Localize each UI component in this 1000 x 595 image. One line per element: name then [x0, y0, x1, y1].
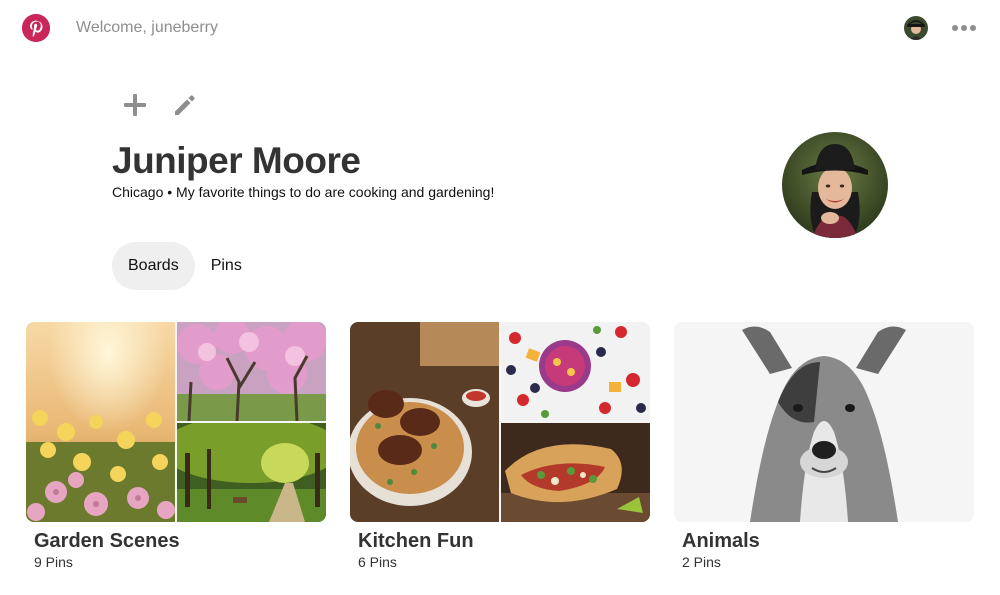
board-title: Animals — [682, 530, 760, 552]
welcome-text: Welcome, juneberry — [76, 19, 218, 36]
pencil-icon[interactable] — [170, 90, 200, 120]
board-title: Kitchen Fun — [358, 530, 474, 552]
board-cover-image — [674, 322, 974, 522]
board-pin-count: 2 Pins — [682, 554, 721, 570]
board-pin-count: 9 Pins — [34, 554, 73, 570]
board-cover-image — [177, 322, 326, 421]
profile-tabs: Boards Pins — [112, 242, 258, 290]
board-cover — [350, 322, 650, 522]
profile-avatar[interactable] — [782, 132, 888, 238]
board-cover-image — [26, 322, 175, 522]
board-pin-count: 6 Pins — [358, 554, 397, 570]
board-cover-image — [501, 322, 650, 421]
board-cover-image — [350, 322, 499, 522]
board-cover — [26, 322, 326, 522]
board-cover — [674, 322, 974, 522]
board-garden-scenes[interactable]: Garden Scenes 9 Pins — [26, 322, 326, 582]
profile-name: Juniper Moore — [112, 140, 361, 181]
user-avatar-small[interactable] — [904, 16, 928, 40]
top-bar: Welcome, juneberry — [0, 0, 1000, 56]
profile-actions — [120, 90, 200, 120]
board-animals[interactable]: Animals 2 Pins — [674, 322, 974, 582]
more-dots-icon[interactable] — [952, 18, 976, 38]
boards-grid: Garden Scenes 9 Pins Kitchen Fun 6 Pins … — [26, 322, 974, 582]
tab-pins[interactable]: Pins — [195, 242, 258, 290]
profile-bio: Chicago • My favorite things to do are c… — [112, 184, 495, 200]
board-cover-image — [501, 423, 650, 522]
tab-boards[interactable]: Boards — [112, 242, 195, 290]
pinterest-logo-icon[interactable] — [22, 14, 50, 42]
plus-icon[interactable] — [120, 90, 150, 120]
board-title: Garden Scenes — [34, 530, 180, 552]
board-kitchen-fun[interactable]: Kitchen Fun 6 Pins — [350, 322, 650, 582]
board-cover-image — [177, 423, 326, 522]
